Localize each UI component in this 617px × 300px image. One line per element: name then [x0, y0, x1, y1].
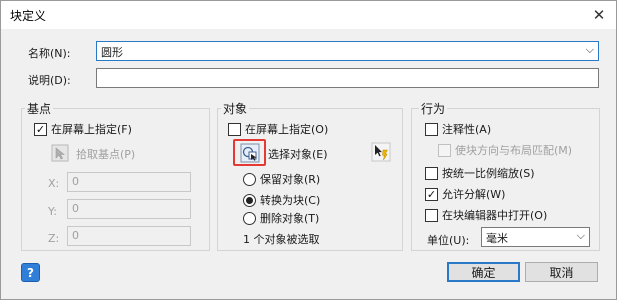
objects-group-title: 对象: [221, 100, 250, 117]
checkbox-box: ✓: [425, 187, 438, 201]
chevron-down-icon: ⌵: [576, 229, 585, 242]
radio-label: 保留对象(R): [260, 173, 321, 186]
y-value: 0: [72, 202, 79, 215]
delete-objects-radio[interactable]: 删除对象(T): [243, 210, 319, 226]
help-button[interactable]: ?: [21, 263, 40, 282]
unit-label: 单位(U):: [427, 234, 470, 247]
radio-label: 转换为块(C): [260, 194, 321, 207]
objects-specify-on-screen-checkbox[interactable]: 在屏幕上指定(O): [228, 121, 328, 137]
x-value: 0: [72, 175, 79, 188]
checkbox-label: 按统一比例缩放(S): [442, 167, 535, 180]
block-definition-dialog: 块定义 ✕ 名称(N): 圆形 ⌵ 说明(D): 基点 ✓ 在屏幕上指定(F) …: [0, 0, 617, 300]
unit-dropdown[interactable]: 毫米 ⌵: [481, 227, 590, 247]
chevron-down-icon: ⌵: [585, 43, 594, 56]
checkbox-label: 在屏幕上指定(F): [51, 123, 132, 136]
pick-basepoint-label: 拾取基点(P): [76, 148, 136, 161]
description-input[interactable]: [96, 68, 599, 88]
radio-circle: [243, 193, 256, 207]
ok-button[interactable]: 确定: [447, 262, 520, 282]
select-objects-icon: [240, 143, 260, 163]
allow-exploding-checkbox[interactable]: ✓ 允许分解(W): [425, 186, 505, 202]
y-input: 0: [67, 199, 191, 219]
name-combobox[interactable]: 圆形 ⌵: [96, 41, 599, 61]
radio-selected-dot: [246, 196, 253, 204]
select-objects-button[interactable]: [239, 142, 261, 164]
cancel-button[interactable]: 取消: [525, 262, 598, 282]
checkbox-label: 使块方向与布局匹配(M): [455, 144, 573, 157]
checkbox-box: [425, 208, 438, 222]
z-input: 0: [67, 226, 191, 246]
name-label: 名称(N):: [28, 47, 71, 60]
z-value: 0: [72, 229, 79, 242]
x-label: X:: [48, 177, 60, 190]
radio-circle: [243, 211, 256, 225]
pick-point-icon: [51, 144, 69, 162]
window-title: 块定义: [10, 9, 47, 23]
quick-select-button[interactable]: [370, 141, 392, 163]
checkbox-box: [425, 166, 438, 180]
z-label: Z:: [48, 232, 60, 245]
annotative-checkbox[interactable]: 注释性(A): [425, 121, 491, 137]
checkbox-label: 在屏幕上指定(O): [245, 123, 329, 136]
y-label: Y:: [48, 205, 57, 218]
match-orientation-checkbox: 使块方向与布局匹配(M): [438, 142, 572, 158]
checkbox-label: 在块编辑器中打开(O): [442, 209, 548, 222]
selection-status: 1 个对象被选取: [243, 233, 320, 246]
behavior-group-title: 行为: [419, 100, 448, 117]
open-in-block-editor-checkbox[interactable]: 在块编辑器中打开(O): [425, 207, 547, 223]
basepoint-specify-on-screen-checkbox[interactable]: ✓ 在屏幕上指定(F): [34, 121, 132, 137]
checkbox-box: ✓: [34, 122, 47, 136]
title-bar: 块定义 ✕: [1, 1, 616, 29]
basepoint-group-title: 基点: [25, 100, 54, 117]
quick-select-icon: [371, 142, 391, 162]
convert-to-block-radio[interactable]: 转换为块(C): [243, 192, 320, 208]
checkbox-label: 允许分解(W): [442, 188, 506, 201]
description-label: 说明(D):: [28, 74, 71, 87]
radio-circle: [243, 172, 256, 186]
scale-uniformly-checkbox[interactable]: 按统一比例缩放(S): [425, 165, 535, 181]
select-objects-label: 选择对象(E): [268, 148, 328, 161]
unit-value: 毫米: [486, 232, 508, 245]
pick-basepoint-button: [49, 142, 71, 164]
checkbox-box: [228, 122, 241, 136]
checkbox-box: [438, 143, 451, 157]
radio-label: 删除对象(T): [260, 212, 320, 225]
name-value: 圆形: [101, 46, 123, 59]
checkbox-box: [425, 122, 438, 136]
checkbox-label: 注释性(A): [442, 123, 492, 136]
x-input: 0: [67, 172, 191, 192]
retain-objects-radio[interactable]: 保留对象(R): [243, 171, 320, 187]
close-button[interactable]: ✕: [588, 4, 610, 26]
